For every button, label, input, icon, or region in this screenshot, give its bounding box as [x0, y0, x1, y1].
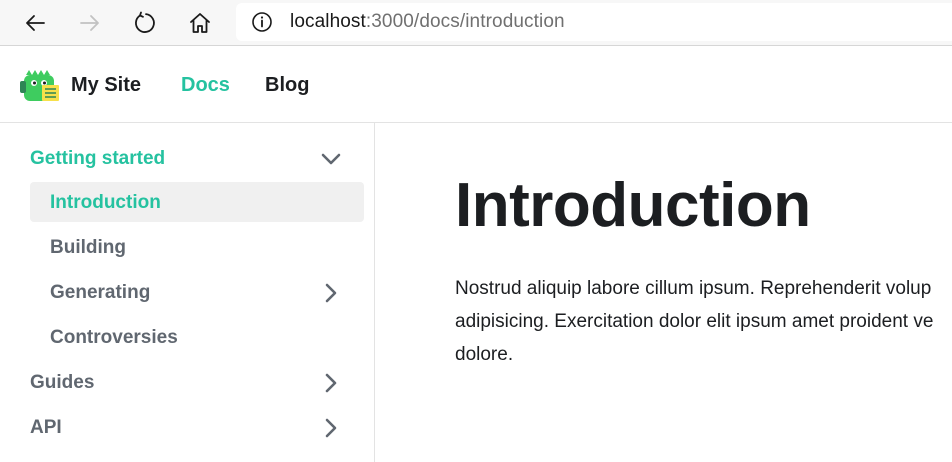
paragraph-line: dolore. [455, 344, 514, 365]
chevron-down-icon[interactable] [318, 146, 344, 172]
reload-button[interactable] [130, 8, 160, 38]
sidebar-item-building[interactable]: Building [0, 229, 374, 269]
sidebar-item-label: Controversies [50, 327, 178, 348]
arrow-right-icon [80, 15, 99, 31]
sidebar-item-generating[interactable]: Generating [0, 274, 374, 314]
reload-icon [135, 11, 155, 33]
chevron-right-icon[interactable] [318, 415, 344, 441]
sidebar-category-label: Guides [30, 372, 95, 393]
browser-toolbar: localhost:3000/docs/introduction [0, 0, 952, 46]
sidebar-category-label: API [30, 417, 62, 438]
home-icon [190, 13, 210, 33]
address-bar[interactable]: localhost:3000/docs/introduction [236, 3, 952, 41]
sidebar-item-introduction[interactable]: Introduction [0, 184, 374, 224]
chevron-right-icon[interactable] [318, 280, 344, 306]
paragraph-line: Nostrud aliquip labore cillum ipsum. Rep… [455, 278, 932, 299]
intro-paragraph: Nostrud aliquip labore cillum ipsum. Rep… [455, 272, 952, 371]
sidebar-item-controversies[interactable]: Controversies [0, 319, 374, 359]
page-title: Introduction [455, 171, 811, 240]
dinosaur-logo-icon[interactable] [20, 67, 62, 103]
docs-sidebar: Getting started Introduction Building Ge… [0, 123, 375, 462]
sidebar-category-api[interactable]: API [0, 409, 374, 449]
paragraph-line: adipisicing. Exercitation dolor elit ips… [455, 311, 934, 332]
site-brand[interactable]: My Site [71, 74, 141, 97]
nav-link-docs[interactable]: Docs [181, 74, 230, 97]
sidebar-category-getting-started[interactable]: Getting started [0, 140, 374, 180]
sidebar-item-label: Building [50, 237, 126, 258]
sidebar-item-label: Generating [50, 282, 151, 303]
forward-button[interactable] [75, 8, 105, 38]
home-button[interactable] [185, 8, 215, 38]
arrow-left-icon [26, 15, 45, 31]
sidebar-category-guides[interactable]: Guides [0, 364, 374, 404]
url-path: :3000/docs/introduction [365, 11, 565, 32]
nav-link-blog[interactable]: Blog [265, 74, 309, 97]
back-button[interactable] [20, 8, 50, 38]
sidebar-category-label: Getting started [30, 148, 166, 169]
info-icon[interactable] [251, 11, 273, 33]
site-navbar: My Site Docs Blog [0, 46, 952, 123]
sidebar-item-label: Introduction [50, 192, 161, 213]
url-host: localhost [290, 11, 366, 32]
chevron-right-icon[interactable] [318, 370, 344, 396]
url-text[interactable]: localhost:3000/docs/introduction [290, 11, 565, 33]
